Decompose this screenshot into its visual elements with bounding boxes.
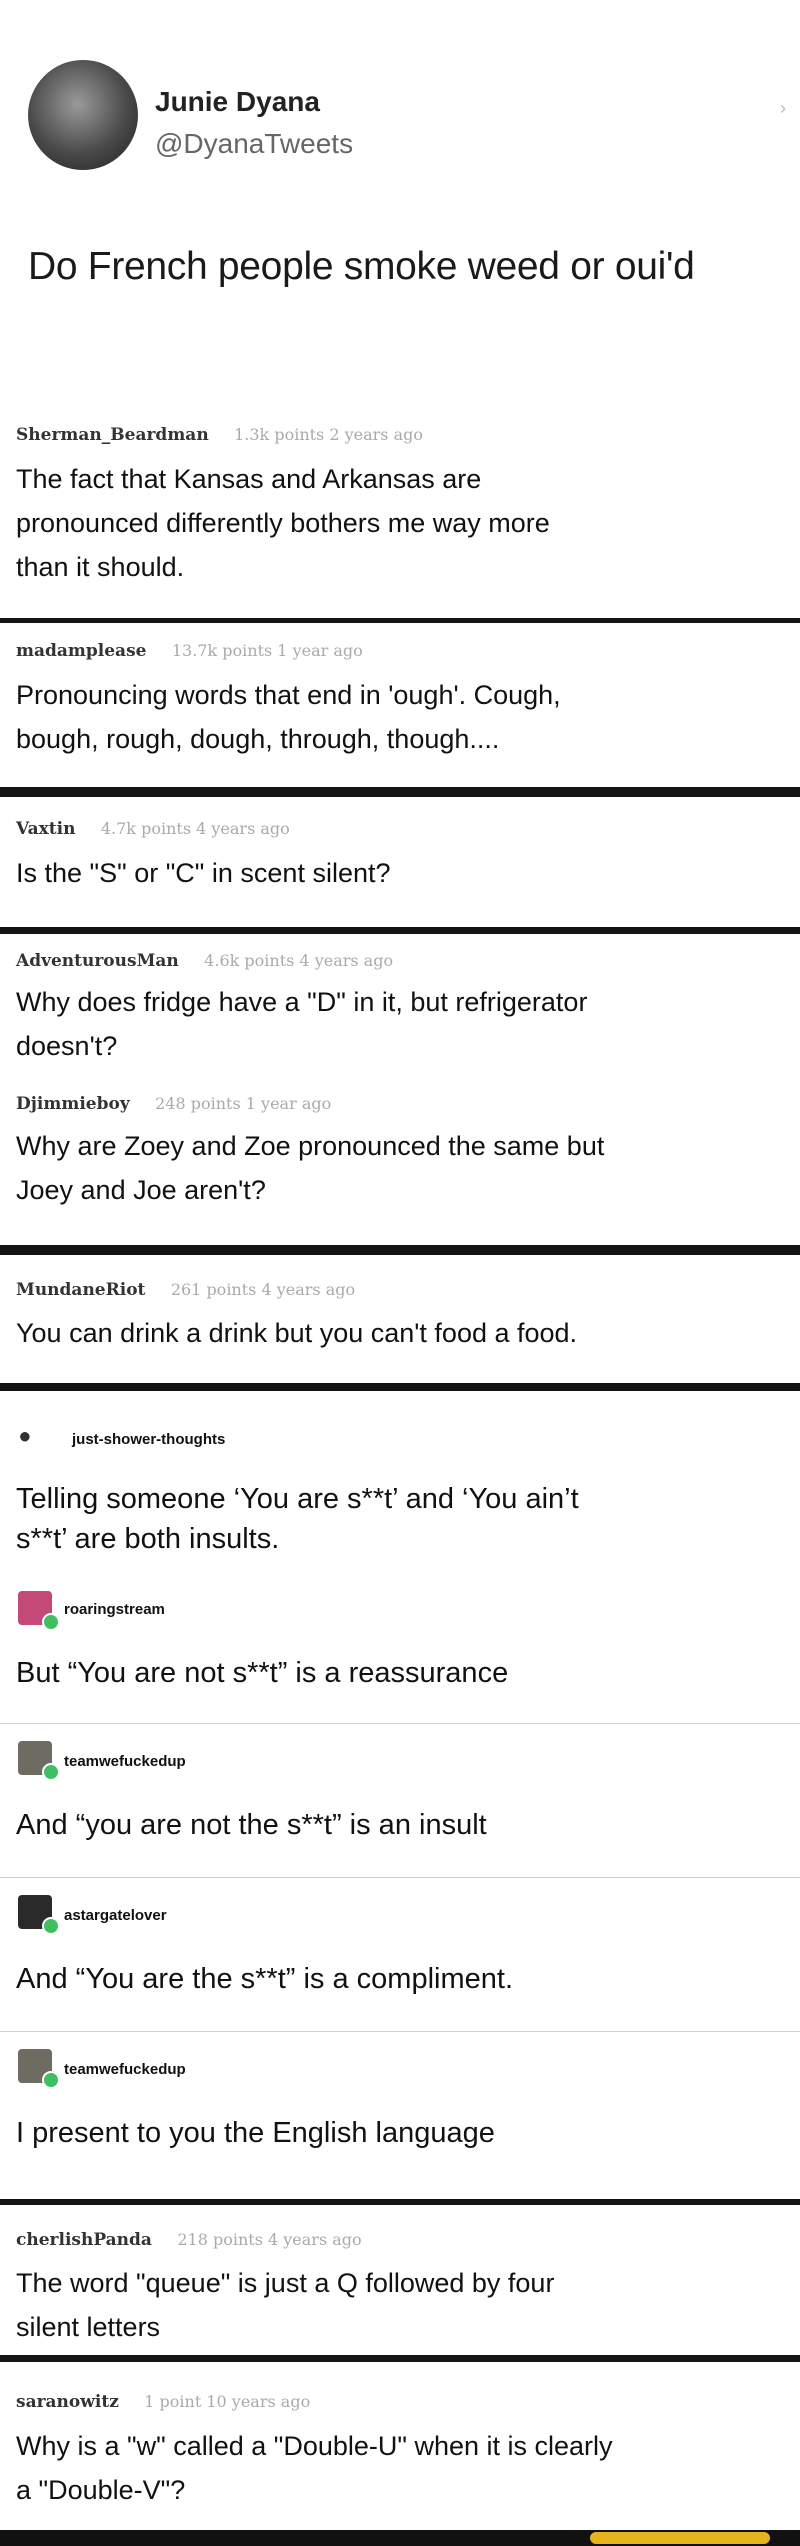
comment: Sherman_Beardman 1.3k points 2 years ago…	[0, 395, 800, 617]
comment-text: Why is a "w" called a "Double-U" when it…	[16, 2431, 613, 2505]
comment: saranowitz 1 point 10 years ago Why is a…	[0, 2362, 800, 2530]
tumblr-post-text: And “You are the s**t” is a compliment.	[16, 1963, 514, 1995]
tumblr-post-text: And “you are not the s**t” is an insult	[16, 1809, 487, 1841]
comment-text: Is the "S" or "C" in scent silent?	[16, 858, 391, 888]
comment: madamplease 13.7k points 1 year ago Pron…	[0, 623, 800, 785]
tumblr-username[interactable]: teamwefuckedup	[64, 2061, 186, 2078]
comment: AdventurousMan 4.6k points 4 years ago W…	[0, 934, 800, 1094]
separator	[0, 1383, 800, 1391]
watermark-logo	[590, 2532, 770, 2544]
tumblr-username[interactable]: teamwefuckedup	[64, 1753, 186, 1770]
tweet-text: Do French people smoke weed or oui'd	[28, 245, 695, 288]
comment-meta: 4.7k points 4 years ago	[100, 819, 290, 838]
tumblr-post-text: I present to you the English language	[16, 2117, 495, 2149]
comment-meta: 1.3k points 2 years ago	[234, 425, 424, 444]
comment: cherlishPanda 218 points 4 years ago The…	[0, 2205, 800, 2355]
follow-badge-icon[interactable]	[42, 1763, 60, 1781]
shower-icon: ●	[13, 1421, 36, 1450]
comment-text: Why are Zoey and Zoe pronounced the same…	[16, 1131, 605, 1205]
chevron-down-icon[interactable]: ›	[780, 98, 786, 119]
comment-username[interactable]: Sherman_Beardman	[16, 425, 209, 445]
comment-meta: 248 points 1 year ago	[155, 1094, 332, 1113]
comment-username[interactable]: Djimmieboy	[16, 1094, 130, 1114]
tumblr-thread: ● just-shower-thoughts Telling someone ‘…	[0, 1391, 800, 2199]
comment-text: Why does fridge have a "D" in it, but re…	[16, 987, 588, 1061]
comment-username[interactable]: madamplease	[16, 641, 146, 661]
comment-username[interactable]: MundaneRiot	[16, 1280, 145, 1300]
tweet-handle[interactable]: @DyanaTweets	[155, 128, 353, 160]
separator	[0, 2355, 800, 2362]
comment-text: The word "queue" is just a Q followed by…	[16, 2268, 555, 2342]
comment-username[interactable]: Vaxtin	[16, 819, 75, 839]
comment-text: You can drink a drink but you can't food…	[16, 1318, 578, 1348]
follow-badge-icon[interactable]	[42, 1917, 60, 1935]
comment-meta: 218 points 4 years ago	[177, 2230, 362, 2249]
divider	[0, 2031, 800, 2032]
separator	[0, 927, 800, 934]
tumblr-post-text: But “You are not s**t” is a reassurance	[16, 1657, 509, 1689]
comment-username[interactable]: cherlishPanda	[16, 2230, 152, 2250]
tweet-card: Junie Dyana @DyanaTweets › Do French peo…	[0, 0, 800, 360]
comment-meta: 4.6k points 4 years ago	[204, 951, 394, 970]
comment-username[interactable]: saranowitz	[16, 2392, 119, 2412]
comment-reply: Djimmieboy 248 points 1 year ago Why are…	[0, 1094, 800, 1244]
comment-text: Pronouncing words that end in 'ough'. Co…	[16, 680, 561, 754]
follow-badge-icon[interactable]	[42, 1613, 60, 1631]
divider	[0, 1877, 800, 1878]
tumblr-username[interactable]: astargatelover	[64, 1907, 167, 1924]
tumblr-username[interactable]: just-shower-thoughts	[72, 1431, 225, 1448]
comment-meta: 261 points 4 years ago	[170, 1280, 356, 1299]
divider	[0, 1723, 800, 1724]
separator	[0, 787, 800, 797]
tumblr-username[interactable]: roaringstream	[64, 1601, 165, 1618]
comment-text: The fact that Kansas and Arkansas are pr…	[16, 464, 550, 582]
comment-username[interactable]: AdventurousMan	[16, 951, 179, 971]
comment-meta: 1 point 10 years ago	[144, 2392, 311, 2411]
avatar[interactable]	[28, 60, 138, 170]
tweet-author[interactable]: Junie Dyana	[155, 86, 320, 118]
comment: Vaxtin 4.7k points 4 years ago Is the "S…	[0, 797, 800, 927]
tumblr-post-text: Telling someone ‘You are s**t’ and ‘You …	[16, 1483, 579, 1555]
follow-badge-icon[interactable]	[42, 2071, 60, 2089]
comment: MundaneRiot 261 points 4 years ago You c…	[0, 1255, 800, 1383]
separator	[0, 1245, 800, 1255]
comment-meta: 13.7k points 1 year ago	[171, 641, 363, 660]
